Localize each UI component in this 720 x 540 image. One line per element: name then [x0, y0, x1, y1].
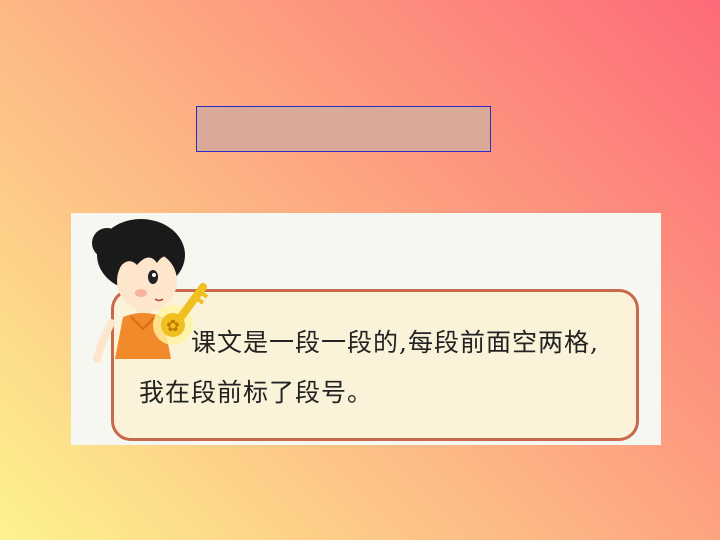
speech-line-2: 我在段前标了段号。	[139, 378, 374, 407]
speech-line-1: 课文是一段一段的,每段前面空两格,	[191, 328, 599, 357]
illustration-panel: ✿ 课文是一段一段的,每段前面空两格, 我在段前标了段号。	[71, 213, 661, 445]
title-box	[196, 106, 491, 152]
